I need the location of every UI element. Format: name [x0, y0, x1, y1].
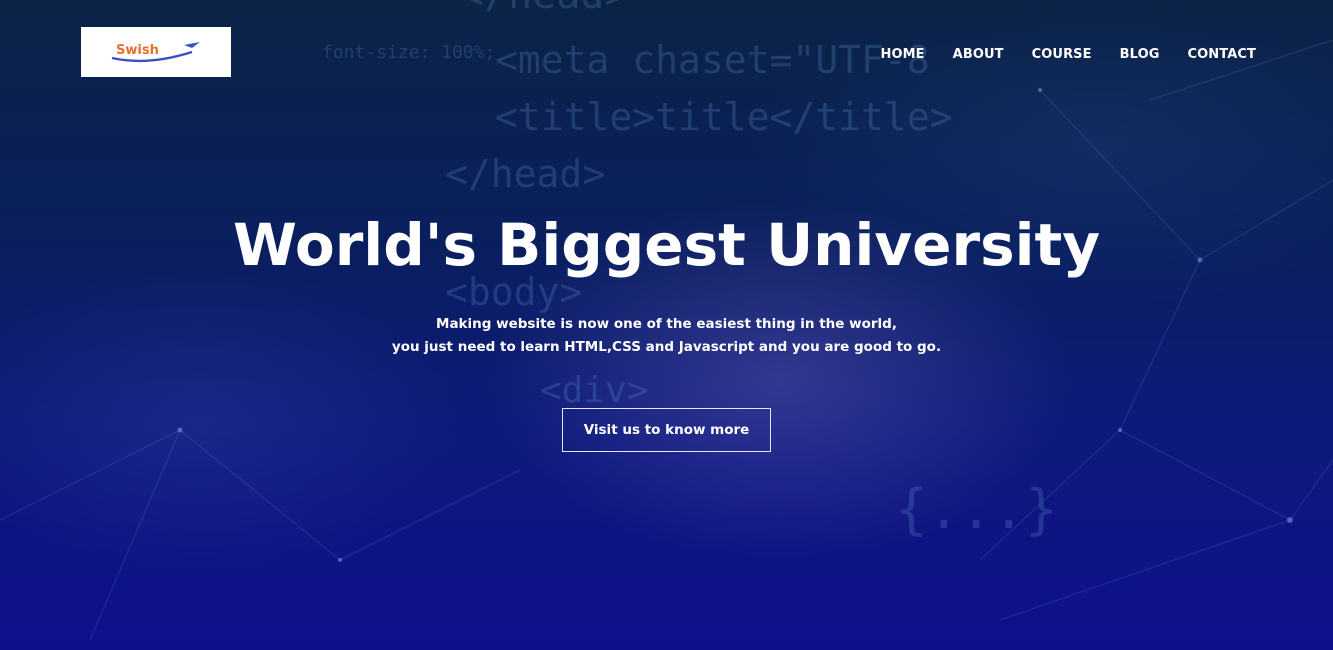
hero-subtitle-line: you just need to learn HTML,CSS and Java… [391, 339, 942, 355]
hero-subtitle-line: Making website is now one of the easiest… [436, 316, 897, 332]
background-code-line: <title>title</title> [495, 95, 953, 139]
hero-subtitle: Making website is now one of the easiest… [0, 313, 1333, 359]
nav-home-link[interactable]: HOME [881, 47, 925, 62]
nav-blog-link[interactable]: BLOG [1120, 47, 1160, 62]
main-nav: HOME ABOUT COURSE BLOG CONTACT [881, 47, 1256, 62]
hero-title: World's Biggest University [232, 211, 1101, 279]
nav-course-link[interactable]: COURSE [1032, 47, 1092, 62]
site-logo[interactable]: Swish [81, 27, 231, 77]
background-code-line: </head> [445, 152, 606, 196]
background-code-line: font-size: 100%; [322, 42, 496, 63]
nav-about-link[interactable]: ABOUT [953, 47, 1004, 62]
nav-contact-link[interactable]: CONTACT [1188, 47, 1257, 62]
background-code-line: </head> [460, 0, 629, 18]
logo-text: Swish [116, 43, 159, 58]
visit-us-button[interactable]: Visit us to know more [562, 408, 771, 452]
background-code-line: <meta chaset="UTF-8 [495, 38, 930, 82]
hero-content: World's Biggest University Making websit… [0, 205, 1333, 452]
logo-mark-icon: Swish [111, 42, 200, 63]
background-code-line: {...} [895, 478, 1058, 541]
hero-section: </head> <meta chaset="UTF-8 <title>title… [0, 0, 1333, 650]
